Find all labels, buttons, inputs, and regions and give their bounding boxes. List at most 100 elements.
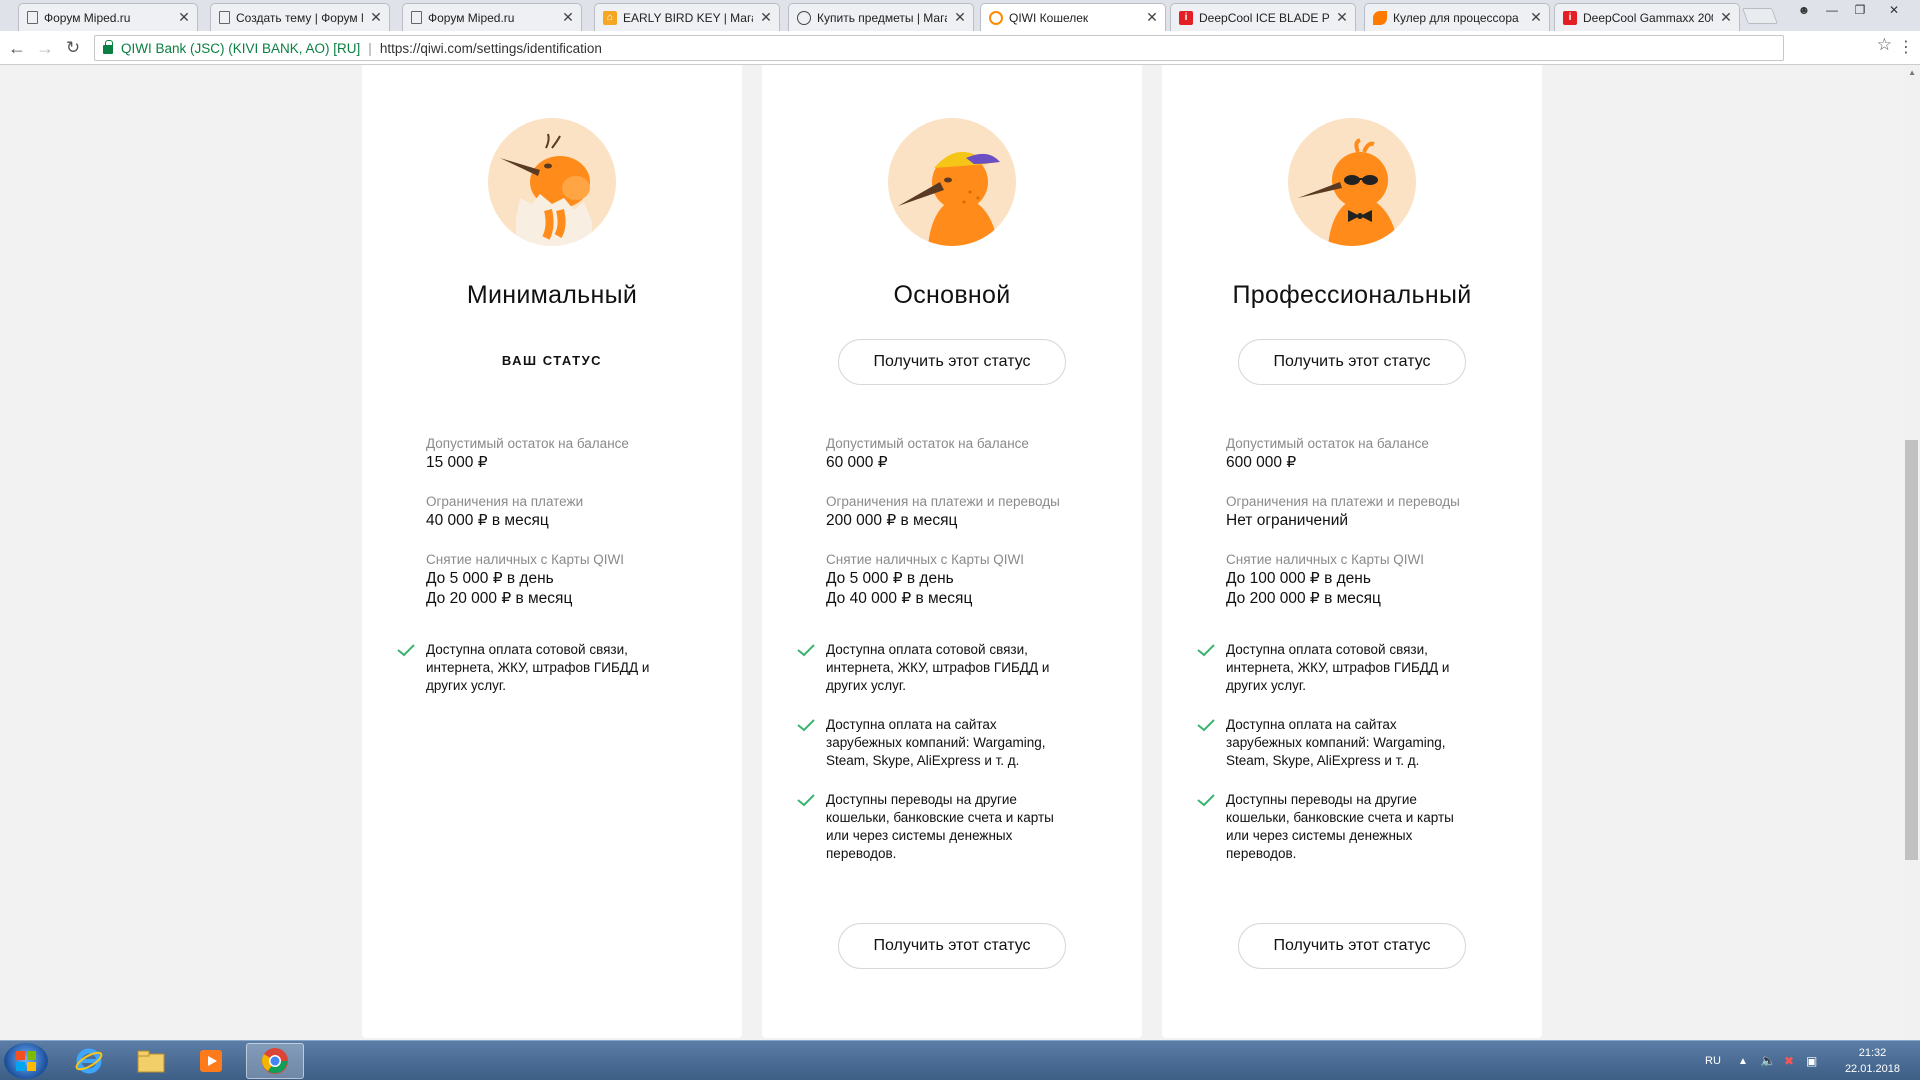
windows-logo-icon bbox=[16, 1051, 36, 1071]
action-center-icon[interactable]: ▣ bbox=[1806, 1041, 1817, 1080]
reload-icon[interactable]: ↻ bbox=[62, 37, 84, 59]
leaf-icon bbox=[1373, 10, 1387, 25]
limit-balance: Допустимый остаток на балансе 60 000 ₽ bbox=[826, 435, 1126, 473]
internet-explorer-taskbar-icon[interactable] bbox=[62, 1043, 116, 1079]
get-status-button[interactable]: Получить этот статус bbox=[1238, 339, 1466, 385]
status-title: Основной bbox=[893, 281, 1011, 309]
check-icon bbox=[796, 791, 826, 863]
limit-label: Допустимый остаток на балансе bbox=[826, 436, 1029, 451]
feature-text: Доступна оплата сотовой связи, интернета… bbox=[1226, 642, 1450, 693]
limit-value-secondary: До 20 000 ₽ в месяц bbox=[426, 590, 573, 607]
url-field[interactable]: QIWI Bank (JSC) (KIVI BANK, AO) [RU] | h… bbox=[94, 35, 1784, 61]
limit-label: Допустимый остаток на балансе bbox=[1226, 436, 1429, 451]
url-separator: | bbox=[368, 40, 372, 56]
close-tab-icon[interactable]: ✕ bbox=[759, 9, 773, 26]
tab-forum-miped-2[interactable]: Форум Miped.ru ✕ bbox=[402, 3, 582, 31]
limit-value: 40 000 ₽ в месяц bbox=[426, 512, 549, 529]
globe-icon bbox=[797, 10, 811, 25]
feature-text: Доступны переводы на другие кошельки, ба… bbox=[1226, 792, 1454, 861]
kiwi-bird-cap-avatar bbox=[888, 118, 1016, 246]
media-player-taskbar-icon[interactable] bbox=[184, 1043, 238, 1079]
ev-certificate-label[interactable]: QIWI Bank (JSC) (KIVI BANK, AO) [RU] bbox=[121, 41, 360, 56]
limit-value: Нет ограничений bbox=[1226, 512, 1349, 529]
tab-cpu-cooler[interactable]: Кулер для процессора ✕ bbox=[1364, 3, 1550, 31]
limit-label: Снятие наличных с Карты QIWI bbox=[426, 552, 625, 567]
show-hidden-icons-icon[interactable]: ▲ bbox=[1738, 1041, 1748, 1080]
browser-menu-icon[interactable]: ⋮ bbox=[1898, 37, 1914, 57]
limits-list: Допустимый остаток на балансе 600 000 ₽ … bbox=[1226, 435, 1526, 629]
feature-text: Доступна оплата сотовой связи, интернета… bbox=[426, 642, 650, 693]
tab-title: Форум Miped.ru bbox=[44, 10, 131, 25]
status-title: Минимальный bbox=[466, 281, 638, 309]
feature-item: Доступна оплата на сайтах зарубежных ком… bbox=[796, 716, 1126, 770]
feature-item: Доступны переводы на другие кошельки, ба… bbox=[1196, 791, 1526, 863]
close-tab-icon[interactable]: ✕ bbox=[1145, 9, 1159, 26]
feature-item: Доступна оплата сотовой связи, интернета… bbox=[796, 641, 1126, 695]
url-text[interactable]: https://qiwi.com/settings/identification bbox=[380, 41, 602, 56]
status-card-professional: Профессиональный Получить этот статус До… bbox=[1162, 65, 1542, 1038]
forward-icon[interactable]: → bbox=[34, 37, 56, 59]
limits-list: Допустимый остаток на балансе 60 000 ₽ О… bbox=[826, 435, 1126, 629]
scrollbar-thumb[interactable] bbox=[1905, 440, 1918, 860]
address-bar: ← → ↻ QIWI Bank (JSC) (KIVI BANK, AO) [R… bbox=[0, 31, 1920, 65]
tab-title: EARLY BIRD KEY | Мага: bbox=[623, 10, 753, 25]
close-tab-icon[interactable]: ✕ bbox=[177, 9, 191, 26]
close-tab-icon[interactable]: ✕ bbox=[1719, 9, 1733, 26]
status-card-basic: Основной Получить этот статус Допустимый… bbox=[762, 65, 1142, 1038]
check-icon bbox=[1196, 716, 1226, 770]
tab-deepcool-ice-blade[interactable]: i DeepCool ICE BLADE PR ✕ bbox=[1170, 3, 1356, 31]
scroll-up-arrow-icon[interactable]: ▲ bbox=[1908, 68, 1916, 77]
feature-text: Доступна оплата на сайтах зарубежных ком… bbox=[826, 717, 1046, 768]
close-tab-icon[interactable]: ✕ bbox=[561, 9, 575, 26]
limit-label: Снятие наличных с Карты QIWI bbox=[826, 552, 1025, 567]
file-explorer-taskbar-icon[interactable] bbox=[124, 1043, 178, 1079]
limit-balance: Допустимый остаток на балансе 600 000 ₽ bbox=[1226, 435, 1526, 473]
lock-icon bbox=[103, 40, 113, 54]
tab-forum-miped-1[interactable]: Форум Miped.ru ✕ bbox=[18, 3, 198, 31]
tab-title: Кулер для процессора bbox=[1393, 10, 1519, 25]
network-icon[interactable]: ✖ bbox=[1784, 1041, 1794, 1080]
close-tab-icon[interactable]: ✕ bbox=[1529, 9, 1543, 26]
tab-qiwi-wallet[interactable]: QIWI Кошелек ✕ bbox=[980, 3, 1166, 31]
current-status-label: ВАШ СТАТУС bbox=[501, 353, 603, 368]
volume-icon[interactable]: 🔈 bbox=[1760, 1041, 1776, 1080]
document-icon bbox=[411, 11, 422, 24]
new-tab-button[interactable] bbox=[1742, 8, 1778, 24]
feature-item: Доступна оплата сотовой связи, интернета… bbox=[396, 641, 726, 695]
tab-buy-items[interactable]: Купить предметы | Мага ✕ bbox=[788, 3, 974, 31]
close-tab-icon[interactable]: ✕ bbox=[1335, 9, 1349, 26]
profile-icon[interactable]: ☻ bbox=[1790, 0, 1818, 20]
close-tab-icon[interactable]: ✕ bbox=[369, 9, 383, 26]
bookmark-star-icon[interactable]: ☆ bbox=[1877, 35, 1892, 55]
limit-label: Снятие наличных с Карты QIWI bbox=[1226, 552, 1425, 567]
clock-time: 21:32 bbox=[1858, 1047, 1887, 1059]
restore-icon[interactable]: ❐ bbox=[1846, 0, 1874, 20]
check-icon bbox=[396, 641, 426, 695]
feature-text: Доступна оплата на сайтах зарубежных ком… bbox=[1226, 717, 1446, 768]
limit-value: 600 000 ₽ bbox=[1226, 454, 1297, 471]
status-card-minimal: Минимальный ВАШ СТАТУС Допустимый остато… bbox=[362, 65, 742, 1038]
clock-date: 22.01.2018 bbox=[1844, 1063, 1900, 1075]
back-icon[interactable]: ← bbox=[6, 37, 28, 59]
tab-deepcool-gammaxx[interactable]: i DeepCool Gammaxx 200 ✕ bbox=[1554, 3, 1740, 31]
close-window-icon[interactable]: ✕ bbox=[1874, 0, 1914, 20]
language-indicator[interactable]: RU bbox=[1705, 1041, 1721, 1080]
status-title: Профессиональный bbox=[1232, 281, 1472, 309]
document-icon bbox=[27, 11, 38, 24]
store-icon: i bbox=[1563, 10, 1577, 25]
minimize-icon[interactable]: — bbox=[1818, 0, 1846, 20]
limit-value-secondary: До 40 000 ₽ в месяц bbox=[826, 590, 973, 607]
chrome-taskbar-icon[interactable] bbox=[246, 1043, 304, 1079]
get-status-button-bottom[interactable]: Получить этот статус bbox=[838, 923, 1066, 969]
tab-create-topic[interactable]: Создать тему | Форум M ✕ bbox=[210, 3, 390, 31]
get-status-button-bottom[interactable]: Получить этот статус bbox=[1238, 923, 1466, 969]
limits-list: Допустимый остаток на балансе 15 000 ₽ О… bbox=[426, 435, 726, 629]
get-status-button[interactable]: Получить этот статус bbox=[838, 339, 1066, 385]
close-tab-icon[interactable]: ✕ bbox=[953, 9, 967, 26]
tab-early-bird-key[interactable]: ⌂ EARLY BIRD KEY | Мага: ✕ bbox=[594, 3, 780, 31]
limit-value: 60 000 ₽ bbox=[826, 454, 888, 471]
system-clock[interactable]: 21:32 22.01.2018 bbox=[1845, 1045, 1900, 1077]
limit-cash-withdrawal: Снятие наличных с Карты QIWI До 100 000 … bbox=[1226, 551, 1526, 609]
start-button[interactable] bbox=[4, 1043, 48, 1079]
feature-item: Доступны переводы на другие кошельки, ба… bbox=[796, 791, 1126, 863]
